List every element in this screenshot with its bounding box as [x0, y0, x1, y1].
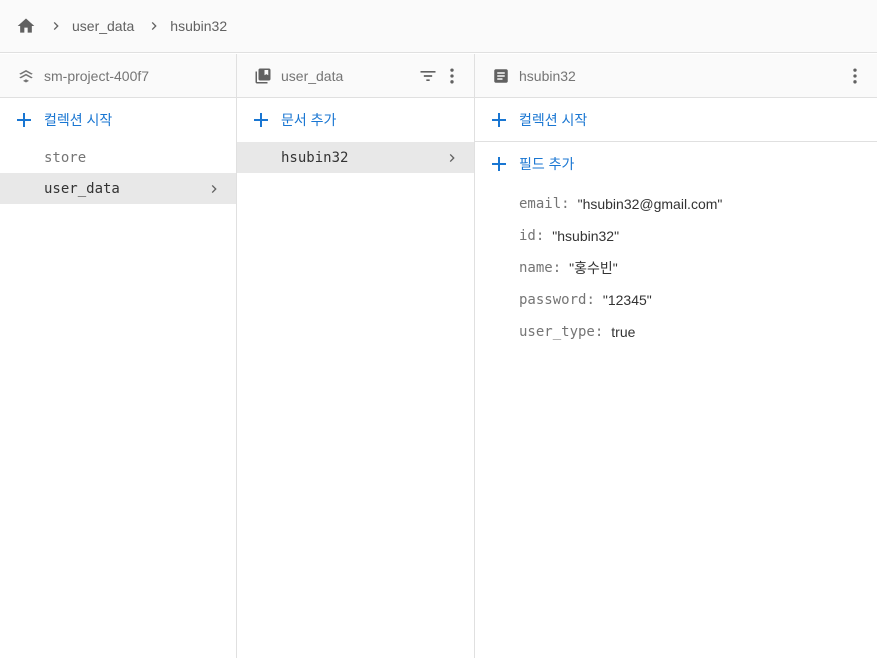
start-collection-label: 컬렉션 시작	[44, 112, 113, 128]
field-key: id	[519, 228, 536, 244]
project-column: sm-project-400f7 컬렉션 시작 store user_data	[0, 54, 237, 658]
field-list: email: "hsubin32@gmail.com" id: "hsubin3…	[475, 186, 877, 348]
plus-icon	[489, 110, 509, 130]
chevron-right-icon	[142, 18, 166, 34]
field-value: "홍수빈"	[569, 260, 618, 276]
document-icon	[491, 66, 511, 86]
field-value: true	[611, 324, 636, 340]
field-row[interactable]: email: "hsubin32@gmail.com"	[519, 188, 877, 220]
collection-column: user_data 문서 추가 hsubin32	[237, 54, 475, 658]
document-column-header: hsubin32	[475, 54, 877, 98]
field-key: user_type	[519, 324, 595, 340]
collection-item-store[interactable]: store	[0, 142, 236, 173]
field-key: name	[519, 260, 553, 276]
document-title: hsubin32	[519, 67, 576, 84]
field-row[interactable]: name: "홍수빈"	[519, 252, 877, 284]
field-row[interactable]: user_type: true	[519, 316, 877, 348]
chevron-right-icon	[206, 181, 222, 197]
project-column-header: sm-project-400f7	[0, 54, 236, 98]
list-item-label: hsubin32	[281, 149, 349, 166]
start-subcollection-label: 컬렉션 시작	[519, 111, 588, 128]
plus-icon	[489, 154, 509, 174]
field-value: "hsubin32"	[552, 228, 620, 244]
field-value: "hsubin32@gmail.com"	[577, 196, 723, 212]
field-key: email	[519, 196, 562, 212]
breadcrumb-item-document[interactable]: hsubin32	[170, 18, 227, 34]
home-icon[interactable]	[16, 16, 36, 36]
chevron-right-icon	[444, 150, 460, 166]
document-column: hsubin32 컬렉션 시작 필드 추가 email: "hsubin32@g…	[475, 54, 877, 658]
breadcrumb: user_data hsubin32	[0, 0, 877, 53]
filter-icon[interactable]	[416, 64, 440, 88]
list-item-label: store	[44, 149, 87, 166]
add-document-button[interactable]: 문서 추가	[237, 98, 474, 142]
firebase-project-icon	[16, 66, 36, 86]
field-key: password	[519, 292, 587, 308]
plus-icon	[14, 110, 34, 130]
add-document-label: 문서 추가	[281, 112, 337, 128]
more-vert-icon[interactable]	[440, 64, 464, 88]
start-subcollection-button[interactable]: 컬렉션 시작	[475, 98, 877, 142]
add-field-label: 필드 추가	[519, 156, 575, 172]
field-value: "12345"	[602, 292, 652, 308]
data-columns: sm-project-400f7 컬렉션 시작 store user_data	[0, 54, 877, 658]
field-row[interactable]: password: "12345"	[519, 284, 877, 316]
add-field-button[interactable]: 필드 추가	[475, 142, 877, 186]
list-item-label: user_data	[44, 180, 120, 197]
collection-item-user-data[interactable]: user_data	[0, 173, 236, 204]
chevron-right-icon	[44, 18, 68, 34]
collection-icon	[253, 66, 273, 86]
start-collection-button[interactable]: 컬렉션 시작	[0, 98, 236, 142]
collection-column-header: user_data	[237, 54, 474, 98]
collection-title: user_data	[281, 67, 344, 84]
document-item-hsubin32[interactable]: hsubin32	[237, 142, 474, 173]
more-vert-icon[interactable]	[843, 64, 867, 88]
field-row[interactable]: id: "hsubin32"	[519, 220, 877, 252]
project-title: sm-project-400f7	[44, 67, 150, 84]
breadcrumb-item-collection[interactable]: user_data	[72, 18, 134, 34]
plus-icon	[251, 110, 271, 130]
